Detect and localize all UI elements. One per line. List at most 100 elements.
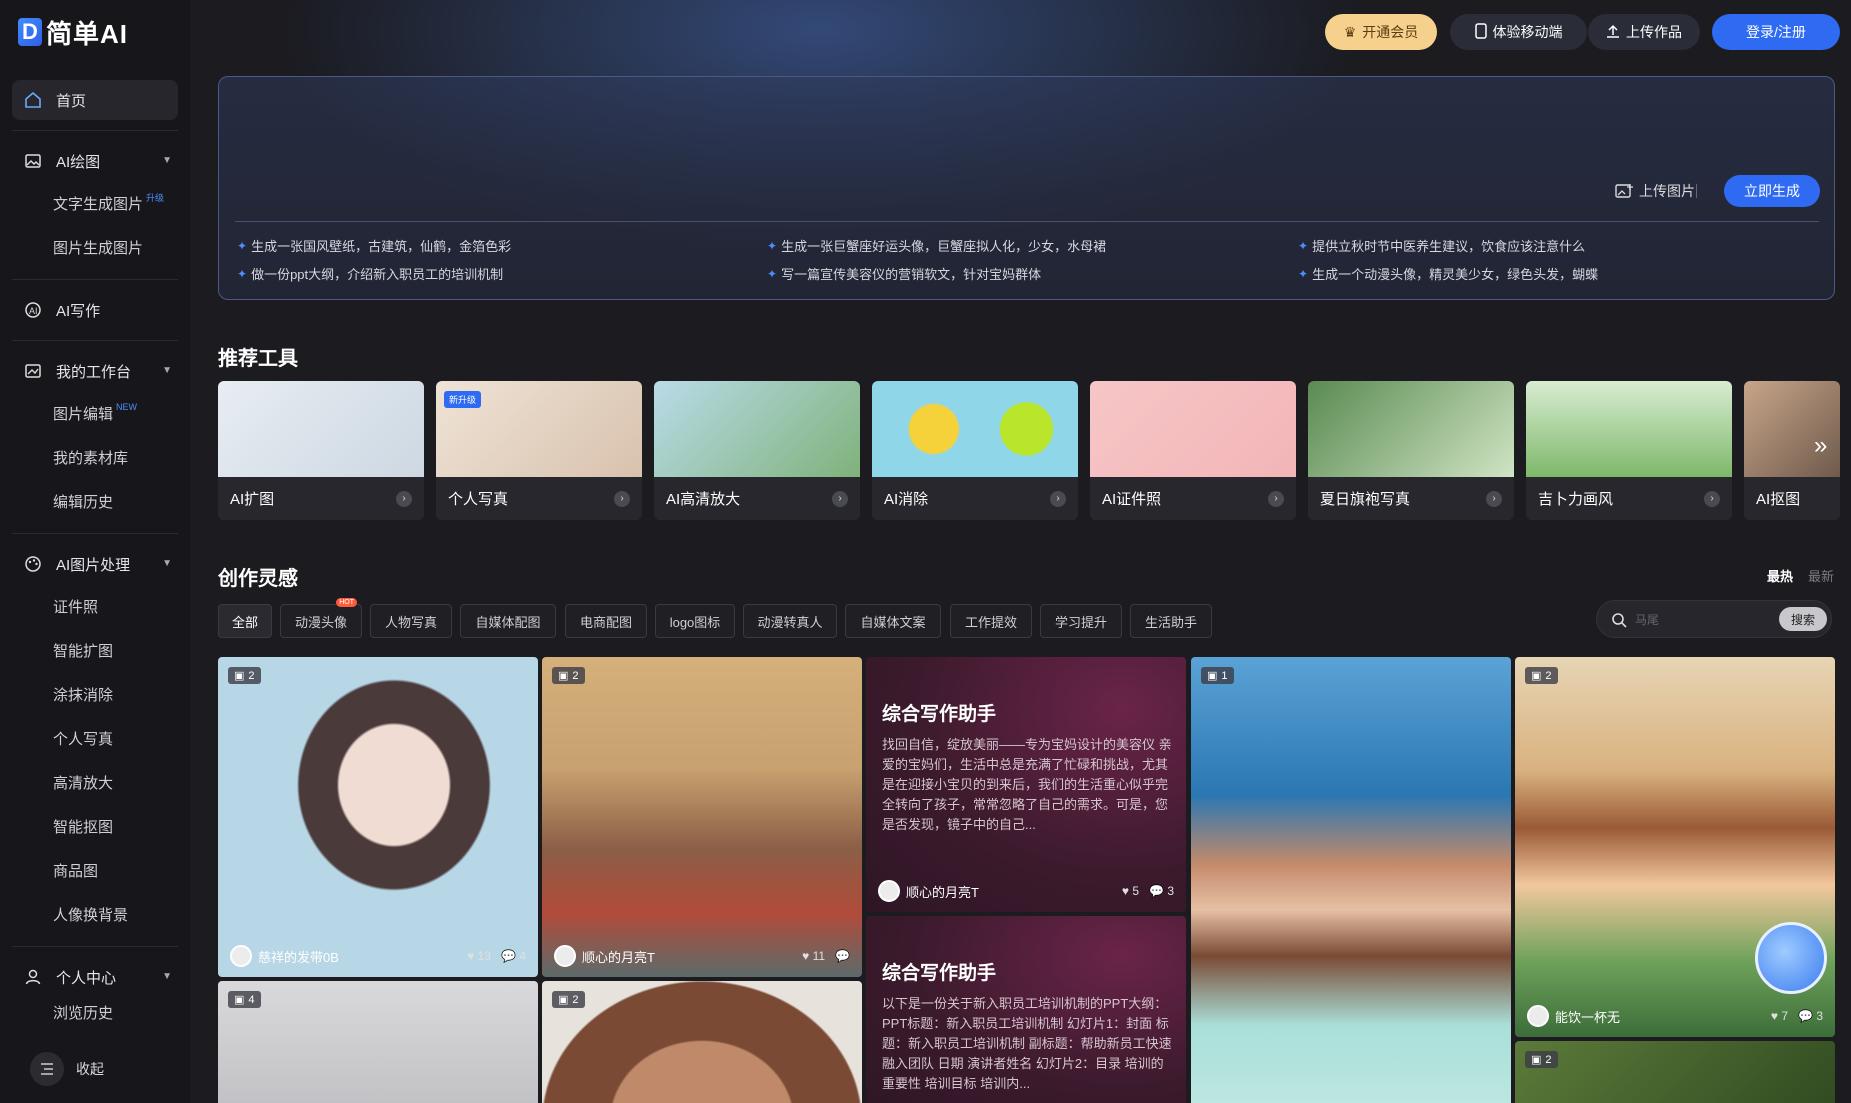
search-button[interactable]: 搜索 [1779,607,1827,631]
sidebar-item-browse-history[interactable]: 浏览历史 [12,997,178,1027]
logo[interactable]: D 简单AI [18,14,128,50]
filter-chip-logo[interactable]: logo图标 [655,604,735,638]
author-name[interactable]: 能饮一杯无 [1555,1007,1620,1026]
sidebar-item-ai-write[interactable]: AI AI写作 [12,290,178,330]
sidebar-item-material-library[interactable]: 我的素材库 [12,435,178,479]
gallery-card[interactable]: ▣ 2 [1515,1041,1835,1103]
sidebar-item-home[interactable]: 首页 [12,80,178,120]
tool-card-portrait[interactable]: 新升级 个人写真 › [436,381,642,520]
sort-hot[interactable]: 最热 [1767,566,1793,585]
sidebar-item-personal-center[interactable]: 个人中心 ▼ [12,957,178,997]
upload-image-button[interactable]: 上传图片 [1615,181,1695,201]
comment-count[interactable]: 💬 3 [1798,1009,1823,1023]
suggestion-item[interactable]: ✦ 生成一张巨蟹座好运头像，巨蟹座拟人化，少女，水母裙 [767,236,1106,255]
mobile-app-button[interactable]: 体验移动端 [1450,14,1587,50]
tool-card-upscale[interactable]: AI高清放大 › [654,381,860,520]
writing-card[interactable]: 综合写作助手 找回自信，绽放美丽——专为宝妈设计的美容仪 亲爱的宝妈们，生活中总… [866,657,1186,912]
chevron-right-icon: › [1704,490,1720,507]
image-count-badge: ▣ 2 [1525,1051,1558,1068]
sidebar-item-ai-draw[interactable]: AI绘图 ▼ [12,141,178,181]
prompt-input[interactable] [237,93,1797,203]
sidebar-item-image-processing[interactable]: AI图片处理 ▼ [12,544,178,584]
sidebar-item-portrait[interactable]: 个人写真 [12,716,178,760]
gallery-card[interactable]: ▣ 1 [1191,657,1511,1103]
sidebar-item-workbench[interactable]: 我的工作台 ▼ [12,351,178,391]
sidebar-item-upscale[interactable]: 高清放大 [12,760,178,804]
like-count[interactable]: ♥ 11 [802,949,825,963]
sidebar-item-label: 商品图 [53,862,99,880]
upload-work-button[interactable]: 上传作品 [1588,14,1700,50]
filter-chip-anime-avatar[interactable]: 动漫头像 HOT [280,598,362,638]
image-count-badge: ▣ 2 [552,667,585,684]
comment-count[interactable]: 💬 3 [1149,884,1174,898]
svg-text:AI: AI [29,306,38,316]
author-name[interactable]: 顺心的月亮T [906,882,979,901]
filter-chip-media-image[interactable]: 自媒体配图 [460,604,556,638]
filter-chip-productivity[interactable]: 工作提效 [950,604,1032,638]
image-icon: ▣ [234,994,245,1006]
sidebar-item-label: 智能扩图 [53,642,114,660]
like-count[interactable]: ♥ 13 [467,949,491,963]
filter-chip-learning[interactable]: 学习提升 [1040,604,1122,638]
tool-card-erase[interactable]: AI消除 › [872,381,1078,520]
filter-chip-anime-to-real[interactable]: 动漫转真人 [743,604,837,638]
assistant-robot-button[interactable] [1755,922,1827,994]
sidebar-item-background-swap[interactable]: 人像换背景 [12,892,178,936]
vip-crown-icon: ♛ [1343,23,1357,40]
chevron-right-icon[interactable]: » [1814,432,1827,460]
sidebar-item-product-image[interactable]: 商品图 [12,848,178,892]
suggestion-item[interactable]: ✦ 生成一个动漫头像，精灵美少女，绿色头发，蝴蝶 [1298,264,1598,283]
image-count: 2 [1545,669,1552,682]
writing-card-title: 综合写作助手 [882,704,997,725]
gallery-card[interactable]: ▣ 2 [542,981,862,1103]
like-count[interactable]: ♥ 7 [1771,1009,1788,1023]
sidebar-item-label: 图片编辑 [53,405,114,423]
sidebar-item-cutout[interactable]: 智能抠图 [12,804,178,848]
filter-chip-media-copy[interactable]: 自媒体文案 [845,604,941,638]
tool-card-id-photo[interactable]: AI证件照 › [1090,381,1296,520]
filter-chip-portrait[interactable]: 人物写真 [370,604,452,638]
gallery-card[interactable]: ▣ 2 慈祥的发带0B ♥ 13 💬 4 [218,657,538,977]
filter-chip-all[interactable]: 全部 [218,604,272,638]
filter-chip-life-assistant[interactable]: 生活助手 [1130,604,1212,638]
divider [12,340,178,341]
tool-thumbnail [1090,381,1296,477]
sidebar-item-label: 人像换背景 [53,906,129,924]
chevron-down-icon: ▼ [162,558,172,569]
sidebar-item-edit-history[interactable]: 编辑历史 [12,479,178,523]
sidebar-item-image-edit[interactable]: 图片编辑 NEW [12,391,178,435]
sidebar-item-id-photo[interactable]: 证件照 [12,584,178,628]
tools-section-title: 推荐工具 [218,348,298,370]
suggestion-item[interactable]: ✦ 生成一张国风壁纸，古建筑，仙鹤，金箔色彩 [237,236,511,255]
suggestion-item[interactable]: ✦ 做一份ppt大纲，介绍新入职员工的培训机制 [237,264,503,283]
like-count[interactable]: ♥ 5 [1122,884,1139,898]
search-input[interactable] [1635,606,1775,634]
suggestion-item[interactable]: ✦ 写一篇宣传美容仪的营销软文，针对宝妈群体 [767,264,1041,283]
sidebar-item-outpaint[interactable]: 智能扩图 [12,628,178,672]
login-button[interactable]: 登录/注册 [1712,14,1840,50]
generate-button[interactable]: 立即生成 [1724,175,1820,207]
gallery-card[interactable]: ▣ 4 [218,981,538,1103]
tool-card-qipao[interactable]: 夏日旗袍写真 › [1308,381,1514,520]
tool-card-ghibli[interactable]: 吉卜力画风 › [1526,381,1732,520]
writing-card[interactable]: 综合写作助手 以下是一份关于新入职员工培训机制的PPT大纲： PPT标题：新入职… [866,916,1186,1103]
sidebar-item-label: 文字生成图片 [53,195,144,213]
author-name[interactable]: 顺心的月亮T [582,947,655,966]
filter-chip-ecommerce-image[interactable]: 电商配图 [565,604,647,638]
sidebar-item-image-to-image[interactable]: 图片生成图片 [12,225,178,269]
gallery-card[interactable]: ▣ 2 顺心的月亮T ♥ 11 💬 [542,657,862,977]
comment-count[interactable]: 💬 4 [501,949,526,963]
collapse-sidebar-button[interactable]: 收起 [30,1052,104,1086]
avatar [878,880,900,902]
author-name[interactable]: 慈祥的发带0B [258,947,339,966]
tool-card-outpaint[interactable]: AI扩图 › [218,381,424,520]
divider [12,130,178,131]
divider [1696,184,1697,198]
sidebar-item-text-to-image[interactable]: 文字生成图片 升级 [12,181,178,225]
comment-icon[interactable]: 💬 [835,949,850,963]
vip-button[interactable]: ♛ 开通会员 [1325,14,1437,50]
sidebar-item-erase[interactable]: 涂抹消除 [12,672,178,716]
suggestion-item[interactable]: ✦ 提供立秋时节中医养生建议，饮食应该注意什么 [1298,236,1585,255]
tool-thumbnail [1308,381,1514,477]
sort-new[interactable]: 最新 [1808,566,1834,585]
